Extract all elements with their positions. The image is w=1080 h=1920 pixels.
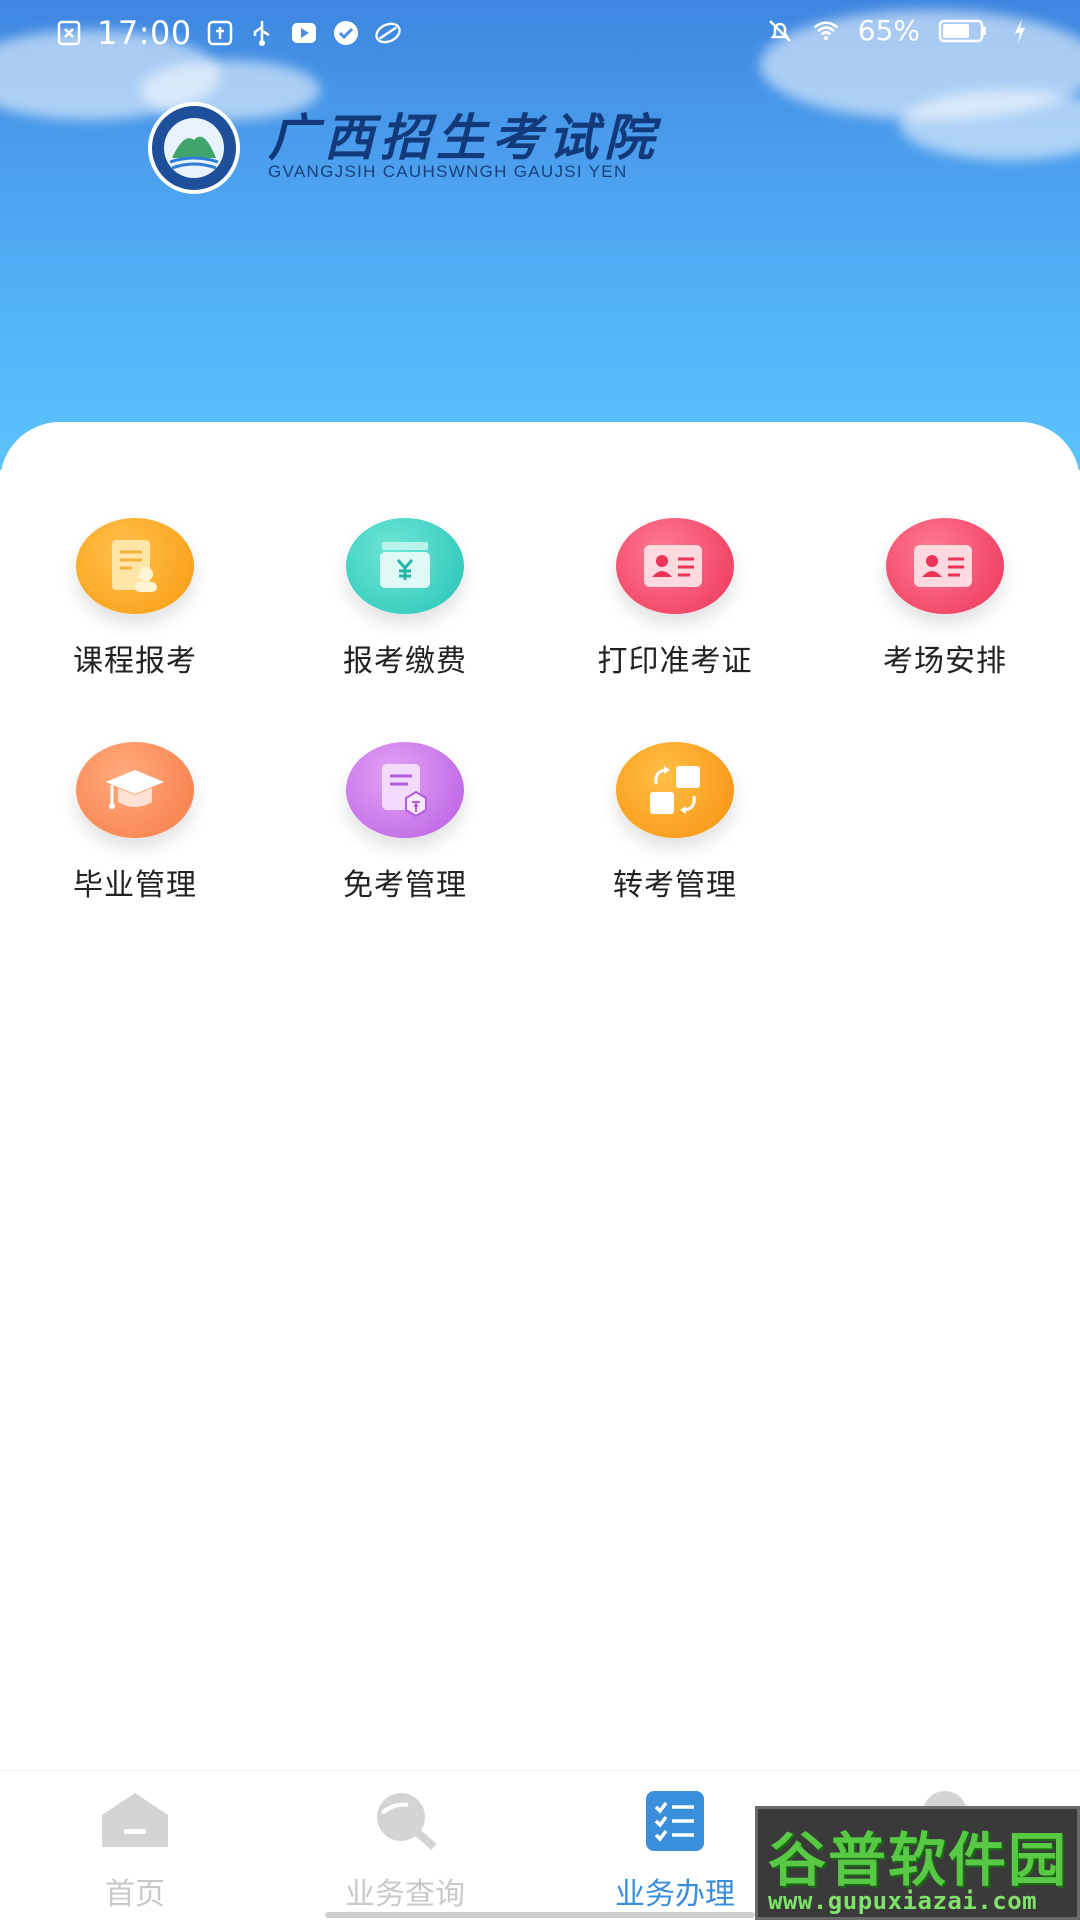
certificate-person-icon <box>76 518 194 614</box>
nav-home[interactable]: 首页 <box>35 1789 235 1913</box>
transfer-squares-icon <box>616 742 734 838</box>
wallet-yen-icon <box>346 518 464 614</box>
service-label: 报考缴费 <box>343 644 467 679</box>
search-icon <box>368 1789 442 1855</box>
nav-business-query[interactable]: 业务查询 <box>305 1789 505 1913</box>
nav-label: 业务查询 <box>345 1877 465 1912</box>
services-card: 课程报考 报考缴费 打印准考证 考场安排 毕业管理 免考管理 转考管理 <box>0 422 1080 1772</box>
watermark-title: 谷普软件园 <box>768 1826 1069 1894</box>
nav-business-handling[interactable]: 业务办理 <box>575 1789 775 1913</box>
header-banner: 17:00 65% 广西招生考试院 GVANGJSIH CAUHSWNGH GA… <box>0 0 1080 470</box>
close-box-icon <box>55 19 83 47</box>
watermark-url: www.gupuxiazai.com <box>768 1887 1038 1915</box>
brand-title: 广西招生考试院 <box>268 108 660 167</box>
service-transfer-management[interactable]: 转考管理 <box>540 742 810 922</box>
id-card-icon <box>616 518 734 614</box>
watermark: 谷普软件园 www.gupuxiazai.com <box>755 1806 1080 1920</box>
service-label: 课程报考 <box>73 644 197 679</box>
id-card-icon <box>886 518 1004 614</box>
service-course-registration[interactable]: 课程报考 <box>0 518 270 698</box>
service-label: 转考管理 <box>613 868 737 903</box>
charging-icon <box>1006 17 1034 45</box>
nav-label: 首页 <box>105 1877 165 1912</box>
battery-percent: 65% <box>857 14 920 47</box>
cloud-icon <box>374 19 402 47</box>
exempt-document-icon <box>346 742 464 838</box>
home-icon <box>98 1789 172 1855</box>
service-label: 免考管理 <box>343 868 467 903</box>
service-exam-payment[interactable]: 报考缴费 <box>270 518 540 698</box>
play-icon <box>290 19 318 47</box>
brand-subtitle: GVANGJSIH CAUHSWNGH GAUJSI YEN <box>268 162 628 181</box>
institute-logo <box>148 102 240 194</box>
bell-off-icon <box>766 17 794 45</box>
home-indicator[interactable] <box>325 1912 755 1918</box>
usb-settings-icon <box>206 19 234 47</box>
status-time: 17:00 <box>97 14 192 52</box>
status-bar: 17:00 65% <box>0 0 1080 68</box>
battery-icon <box>938 17 988 45</box>
usb-icon <box>248 19 276 47</box>
graduation-cap-icon <box>76 742 194 838</box>
service-print-admission-ticket[interactable]: 打印准考证 <box>540 518 810 698</box>
service-exemption-management[interactable]: 免考管理 <box>270 742 540 922</box>
service-label: 毕业管理 <box>73 868 197 903</box>
nav-label: 业务办理 <box>615 1877 735 1912</box>
check-icon <box>332 19 360 47</box>
checklist-icon <box>638 1789 712 1855</box>
service-label: 打印准考证 <box>597 644 753 679</box>
service-label: 考场安排 <box>883 644 1007 679</box>
service-graduation-management[interactable]: 毕业管理 <box>0 742 270 922</box>
service-exam-room-arrangement[interactable]: 考场安排 <box>810 518 1080 698</box>
wifi-icon <box>812 17 840 45</box>
